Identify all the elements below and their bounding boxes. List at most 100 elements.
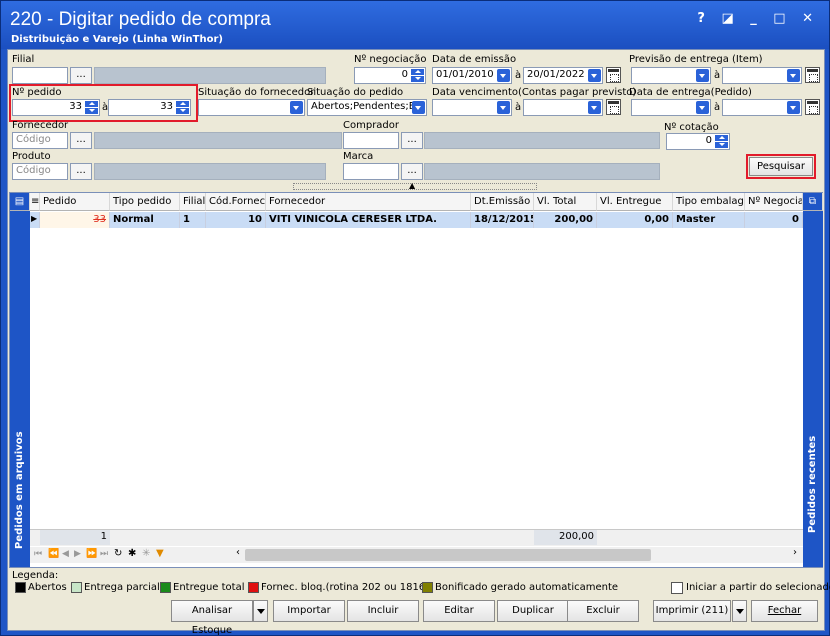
nav-last-icon[interactable]: ⏭ <box>100 549 108 559</box>
chevron-down-icon[interactable] <box>787 101 800 114</box>
col-vl-entregue[interactable]: Vl. Entregue <box>597 193 673 211</box>
cell-vl-total[interactable]: 200,00 <box>534 212 597 228</box>
chevron-down-icon[interactable] <box>497 69 510 82</box>
refresh-icon[interactable]: ↻ <box>114 548 122 559</box>
col-pedido[interactable]: Pedido <box>40 193 110 211</box>
analisar-dropdown-button[interactable] <box>253 600 268 622</box>
negociacao-spinner[interactable] <box>411 69 424 82</box>
left-side-panel[interactable]: Pedidos em arquivos <box>10 193 30 567</box>
pesquisar-button[interactable]: Pesquisar <box>749 157 813 176</box>
pedido-from-spinner[interactable] <box>85 101 98 114</box>
column-selector-icon[interactable]: ≡ <box>30 193 40 211</box>
col-tipo-embalagem[interactable]: Tipo embalagem <box>673 193 745 211</box>
duplicar-button[interactable]: Duplicar <box>497 600 569 622</box>
col-fornecedor[interactable]: Fornecedor <box>266 193 471 211</box>
vencimento-from-input[interactable] <box>432 99 512 116</box>
entrega-to-input[interactable] <box>722 99 802 116</box>
fornecedor-input[interactable]: Código <box>12 132 68 149</box>
fechar-button[interactable]: Fechar <box>751 600 818 622</box>
chevron-down-icon[interactable] <box>696 101 709 114</box>
pedido-from-input[interactable]: 33 <box>12 99 100 116</box>
nav-next-page-icon[interactable]: ⏩ <box>86 549 97 559</box>
right-side-panel[interactable]: Pedidos recentes <box>803 193 823 567</box>
comprador-search-button[interactable]: ... <box>401 132 423 149</box>
fornecedor-search-button[interactable]: ... <box>70 132 92 149</box>
imprimir-button[interactable]: Imprimir (211) <box>653 600 731 622</box>
asterisk-icon[interactable]: ✱ <box>128 548 136 559</box>
window-controls[interactable]: ? ◪ _ □ ✕ <box>697 11 819 26</box>
pedidos-recentes-tab[interactable]: Pedidos recentes <box>807 436 818 533</box>
legend-abertos: Abertos <box>28 582 67 593</box>
col-cod-fornec[interactable]: Cód.Fornec. <box>206 193 266 211</box>
scroll-left-icon[interactable]: ‹ <box>236 547 240 558</box>
produto-input[interactable]: Código <box>12 163 68 180</box>
sit-fornecedor-select[interactable] <box>198 99 305 116</box>
cell-filial[interactable]: 1 <box>180 212 206 228</box>
pedido-label: Nº pedido <box>12 87 62 98</box>
cell-pedido[interactable]: 33 <box>40 212 110 228</box>
iniciar-checkbox[interactable] <box>671 582 683 594</box>
pedidos-arquivos-tab[interactable]: Pedidos em arquivos <box>14 431 25 549</box>
nav-prev-icon[interactable]: ◀ <box>62 549 69 559</box>
analisar-estoque-button[interactable]: Analisar Estoque <box>171 600 253 636</box>
cell-fornecedor[interactable]: VITI VINICOLA CERESER LTDA. <box>266 212 471 228</box>
entrega-from-input[interactable] <box>631 99 711 116</box>
cell-dt-emissao[interactable]: 18/12/2015 <box>471 212 534 228</box>
previsao-to-input[interactable] <box>722 67 802 84</box>
cell-tipo[interactable]: Normal <box>110 212 180 228</box>
cell-vl-entregue[interactable]: 0,00 <box>597 212 673 228</box>
marca-input[interactable] <box>343 163 399 180</box>
nav-prev-page-icon[interactable]: ⏪ <box>48 549 59 559</box>
col-tipo-pedido[interactable]: Tipo pedido <box>110 193 180 211</box>
emissao-to-input[interactable]: 20/01/2022 <box>523 67 603 84</box>
horizontal-scrollbar[interactable] <box>245 549 651 561</box>
chevron-down-icon[interactable] <box>588 69 601 82</box>
grid-menu-icon[interactable]: ▤ <box>10 193 30 211</box>
cotacao-input[interactable]: 0 <box>666 133 730 150</box>
col-negociacao[interactable]: Nº Negociaç <box>745 193 803 211</box>
chevron-down-icon[interactable] <box>696 69 709 82</box>
calendar-icon[interactable] <box>606 99 621 115</box>
cell-tipo-embalagem[interactable]: Master <box>673 212 745 228</box>
imprimir-dropdown-button[interactable] <box>732 600 747 622</box>
chevron-down-icon[interactable] <box>787 69 800 82</box>
chevron-down-icon[interactable] <box>588 101 601 114</box>
comprador-input[interactable] <box>343 132 399 149</box>
emissao-from-input[interactable]: 01/01/2010 <box>432 67 512 84</box>
pedido-to-spinner[interactable] <box>176 101 189 114</box>
col-vl-total[interactable]: Vl. Total <box>534 193 597 211</box>
col-filial[interactable]: Filial <box>180 193 206 211</box>
produto-search-button[interactable]: ... <box>70 163 92 180</box>
nav-first-icon[interactable]: ⏮ <box>34 549 42 559</box>
chevron-up-icon[interactable]: ▲ <box>409 181 415 190</box>
asterisk-filter-icon[interactable]: ✳ <box>142 548 150 559</box>
calendar-icon[interactable] <box>805 67 820 83</box>
previsao-sep: à <box>714 70 721 81</box>
negociacao-input[interactable]: 0 <box>354 67 426 84</box>
chevron-down-icon[interactable] <box>497 101 510 114</box>
filial-input[interactable] <box>12 67 68 84</box>
calendar-icon[interactable] <box>606 67 621 83</box>
restore-icon[interactable]: ⧉ <box>803 193 823 211</box>
calendar-icon[interactable] <box>805 99 820 115</box>
cell-negociacao[interactable]: 0 <box>745 212 803 228</box>
sit-pedido-select[interactable]: Abertos;Pendentes;E <box>307 99 427 116</box>
incluir-button[interactable]: Incluir <box>347 600 419 622</box>
filial-search-button[interactable]: ... <box>70 67 92 84</box>
legend-parcial-swatch <box>71 582 82 593</box>
nav-next-icon[interactable]: ▶ <box>74 549 81 559</box>
editar-button[interactable]: Editar <box>423 600 495 622</box>
pedido-to-input[interactable]: 33 <box>108 99 191 116</box>
previsao-from-input[interactable] <box>631 67 711 84</box>
scroll-right-icon[interactable]: › <box>793 547 797 558</box>
vencimento-to-input[interactable] <box>523 99 603 116</box>
filter-icon[interactable]: ▼ <box>156 548 164 559</box>
importar-button[interactable]: Importar <box>273 600 345 622</box>
marca-search-button[interactable]: ... <box>401 163 423 180</box>
col-dt-emissao[interactable]: Dt.Emissão <box>471 193 534 211</box>
chevron-down-icon[interactable] <box>412 101 425 114</box>
excluir-button[interactable]: Excluir <box>567 600 639 622</box>
cotacao-spinner[interactable] <box>715 135 728 148</box>
chevron-down-icon[interactable] <box>290 101 303 114</box>
cell-cod-fornec[interactable]: 10 <box>206 212 266 228</box>
